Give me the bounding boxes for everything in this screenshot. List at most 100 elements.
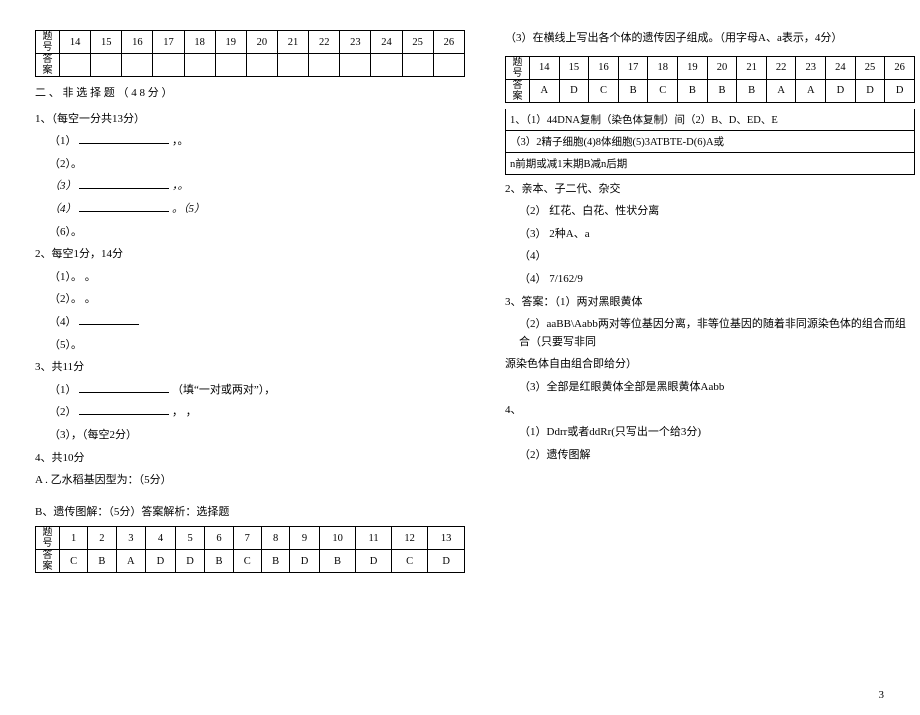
q1-6: （6）。 xyxy=(35,224,465,242)
q2-4-prefix: （4） xyxy=(49,316,77,328)
q1-1-prefix: （1） xyxy=(49,135,77,147)
q1-1: （1） ，。 xyxy=(35,133,465,151)
q4-a: A . 乙水稻基因型为：（5分） xyxy=(35,472,465,490)
blank-input[interactable] xyxy=(79,178,169,189)
q3-2-tail: ， ， xyxy=(172,406,197,418)
blank-input[interactable] xyxy=(79,404,169,415)
answer-cell: D xyxy=(855,79,885,102)
answer-table-bottom-left: 题号 1 2 3 4 5 6 7 8 9 10 11 12 13 答案 C B … xyxy=(35,526,465,573)
blank-input[interactable] xyxy=(79,382,169,393)
table-row: 答案 C B A D D B C B D B D C D xyxy=(36,550,465,573)
table-row: 答案 A D C B C B B B A A D D D xyxy=(506,79,915,102)
section-heading: 二 、 非 选 择 题 （ 4 8 分 ） xyxy=(35,85,465,103)
row-label: 答案 xyxy=(36,550,60,573)
col-head: 26 xyxy=(433,31,464,54)
row-label: 答案 xyxy=(506,79,530,102)
col-head: 10 xyxy=(319,527,355,550)
answer-cell: D xyxy=(826,79,856,102)
answer-cell: A xyxy=(796,79,826,102)
q3-title: 3、共11分 xyxy=(35,359,465,377)
boxed-row: 1、（1）44DNA复制（染色体复制）间（2）B、D、ED、E xyxy=(505,109,915,131)
answer-cell: D xyxy=(559,79,589,102)
boxed-answer-block: 1、（1）44DNA复制（染色体复制）间（2）B、D、ED、E （3）2精子细胞… xyxy=(505,109,915,175)
row-label: 题号 xyxy=(36,527,60,550)
answer-cell: B xyxy=(261,550,289,573)
col-head: 17 xyxy=(618,56,648,79)
answer-cell: C xyxy=(648,79,678,102)
q3-2-prefix: （2） xyxy=(49,406,77,418)
table-row: 题号 1 2 3 4 5 6 7 8 9 10 11 12 13 xyxy=(36,527,465,550)
answer-cell: B xyxy=(319,550,355,573)
answer-cell: D xyxy=(146,550,176,573)
q1-2: （2）。 xyxy=(35,156,465,174)
q1-1-tail: ，。 xyxy=(172,135,189,147)
answer-cell: B xyxy=(737,79,767,102)
boxed-row: n前期或减1末期B减n后期 xyxy=(505,153,915,175)
q1-4-prefix: （4） xyxy=(49,203,77,215)
q1-title: 1、（每空一分共13分） xyxy=(35,111,465,129)
page-number: 3 xyxy=(879,689,885,701)
answer-cell: B xyxy=(678,79,708,102)
col-head: 16 xyxy=(589,56,619,79)
q3-1-prefix: （1） xyxy=(49,384,77,396)
answer-cell: A xyxy=(116,550,146,573)
q1-3: （3） ，。 xyxy=(35,178,465,196)
col-head: 1 xyxy=(60,527,88,550)
q3-1: （1） （填“一对或两对”）， xyxy=(35,382,465,400)
q3-1-tail: （填“一对或两对”）， xyxy=(172,384,275,396)
r3b: （2）aaBB\Aabb两对等位基因分离，非等位基因的随着非同源染色体的组合而组… xyxy=(505,316,915,351)
answer-cell: B xyxy=(618,79,648,102)
col-head: 15 xyxy=(91,31,122,54)
answer-table-top-right: 题号 14 15 16 17 18 19 20 21 22 23 24 25 2… xyxy=(505,56,915,103)
q1-3-tail: ，。 xyxy=(172,180,189,192)
answer-cell: D xyxy=(290,550,320,573)
q2-4: （4） xyxy=(35,314,465,332)
q2-5: （5）。 xyxy=(35,337,465,355)
col-head: 9 xyxy=(290,527,320,550)
col-head: 2 xyxy=(88,527,116,550)
col-head: 15 xyxy=(559,56,589,79)
col-head: 11 xyxy=(356,527,392,550)
col-head: 22 xyxy=(766,56,796,79)
blank-input[interactable] xyxy=(79,133,169,144)
col-head: 7 xyxy=(233,527,261,550)
col-head: 18 xyxy=(648,56,678,79)
q1-4: （4） 。（5） xyxy=(35,201,465,219)
col-head: 21 xyxy=(737,56,767,79)
col-head: 5 xyxy=(175,527,205,550)
q1-3-prefix: （3） xyxy=(49,180,77,192)
answer-cell: C xyxy=(391,550,427,573)
table-row: 答案 xyxy=(36,54,465,77)
col-head: 21 xyxy=(277,31,308,54)
boxed-row: （3）2精子细胞(4)8体细胞(5)3ATBTE-D(6)A或 xyxy=(505,131,915,153)
answer-cell: A xyxy=(766,79,796,102)
row-label: 题号 xyxy=(36,31,60,54)
col-head: 24 xyxy=(371,31,402,54)
col-head: 17 xyxy=(153,31,184,54)
table-row: 题号 14 15 16 17 18 19 20 21 22 23 24 25 2… xyxy=(506,56,915,79)
col-head: 19 xyxy=(678,56,708,79)
table-row: 题号 14 15 16 17 18 19 20 21 22 23 24 25 2… xyxy=(36,31,465,54)
blank-input[interactable] xyxy=(79,201,169,212)
answer-cell: C xyxy=(589,79,619,102)
col-head: 6 xyxy=(205,527,233,550)
r2e: （4） 7/162/9 xyxy=(505,271,915,289)
answer-cell: C xyxy=(60,550,88,573)
blank-input[interactable] xyxy=(79,314,139,325)
q2-title: 2、每空1分，14分 xyxy=(35,246,465,264)
answer-cell: D xyxy=(428,550,465,573)
col-head: 19 xyxy=(215,31,246,54)
r3c: 源染色体自由组合即给分） xyxy=(505,356,915,374)
row-label: 答案 xyxy=(36,54,60,77)
col-head: 20 xyxy=(707,56,737,79)
col-head: 3 xyxy=(116,527,146,550)
col-head: 13 xyxy=(428,527,465,550)
answer-cell: D xyxy=(175,550,205,573)
answer-cell: B xyxy=(88,550,116,573)
col-head: 4 xyxy=(146,527,176,550)
r3a: 3、答案：（1）两对黑眼黄体 xyxy=(505,294,915,312)
answer-cell: C xyxy=(233,550,261,573)
col-head: 23 xyxy=(340,31,371,54)
col-head: 20 xyxy=(246,31,277,54)
r4a: 4、 xyxy=(505,402,915,420)
